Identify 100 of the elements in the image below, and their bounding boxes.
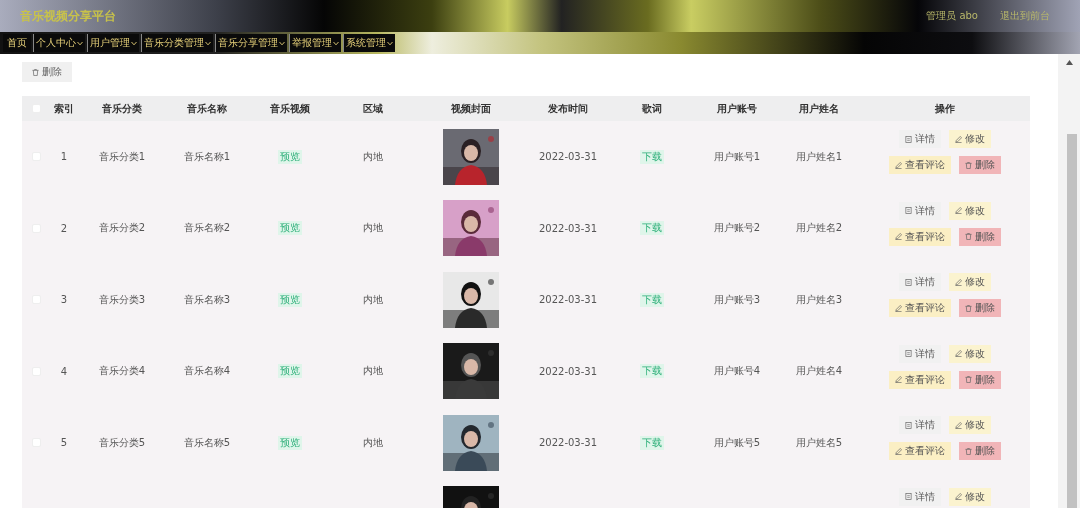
table-cell-text: 2022-03-31 — [537, 365, 599, 377]
table-cell-text: 音乐名称4 — [182, 364, 232, 379]
table-cell-text: 音乐名称3 — [182, 292, 232, 307]
table-cell-text: 2022-03-31 — [537, 437, 599, 449]
pen-icon — [955, 207, 962, 214]
delete-button[interactable]: 删除 — [959, 299, 1001, 317]
table-cell-text: 内地 — [362, 149, 384, 164]
trash-icon — [965, 304, 972, 312]
delete-button[interactable]: 删除 — [959, 227, 1001, 246]
comments-button[interactable]: 查看评论 — [889, 227, 951, 246]
column-header: 操作 — [934, 101, 956, 116]
detail-button[interactable]: 详情 — [899, 201, 941, 220]
table-cell-text: 用户账号1 — [712, 149, 762, 164]
edit-button[interactable]: 修改 — [949, 487, 991, 506]
nav-item[interactable]: 个人中心 — [33, 34, 85, 52]
document-icon — [905, 493, 912, 500]
column-header: 歌词 — [641, 101, 663, 116]
table-cell-text: 用户姓名2 — [794, 221, 844, 236]
table-cell-text: 4 — [59, 365, 69, 377]
chevron-icon — [205, 40, 211, 46]
comments-button[interactable]: 查看评论 — [889, 370, 951, 389]
column-header: 发布时间 — [547, 101, 589, 116]
pen-icon — [895, 304, 902, 312]
table-cell-text: 内地 — [362, 221, 384, 236]
document-icon — [905, 278, 912, 286]
trash-icon — [965, 376, 972, 383]
table-cell-text: 用户账号4 — [712, 364, 762, 379]
table-cell-text: 内地 — [362, 435, 384, 450]
site-title: 音乐视频分享平台 — [20, 7, 116, 25]
table-cell-text: 音乐分类4 — [97, 364, 147, 379]
trash-icon — [965, 233, 972, 240]
column-header: 视频封面 — [450, 101, 492, 116]
table-cell-text: 音乐分类5 — [97, 435, 147, 450]
scrollbar[interactable] — [1058, 54, 1080, 508]
table-cell-text: 用户账号2 — [712, 221, 762, 236]
table-cell-text: 1 — [59, 151, 69, 163]
table-cell-text: 用户账号3 — [712, 292, 762, 307]
table-cell-text: 音乐名称2 — [182, 221, 232, 236]
delete-button[interactable]: 删除 — [959, 370, 1001, 389]
nav-item[interactable]: 系统管理 — [343, 34, 395, 52]
table-cell-text: 2022-03-31 — [537, 294, 599, 306]
table-cell-text: 内地 — [362, 292, 384, 307]
nav-item[interactable]: 首页 — [3, 34, 31, 52]
column-header: 索引 — [53, 101, 75, 116]
nav-item[interactable]: 音乐分享管理 — [215, 34, 287, 52]
pen-icon — [895, 447, 902, 455]
edit-button[interactable]: 修改 — [949, 273, 991, 291]
user-label: 管理员 abo — [926, 9, 978, 23]
table-cell-text: 用户姓名1 — [794, 149, 844, 164]
delete-button[interactable]: 删除 — [22, 62, 72, 82]
pen-icon — [895, 161, 902, 169]
edit-button[interactable]: 修改 — [949, 344, 991, 363]
table-cell-text: 5 — [59, 437, 69, 449]
chevron-icon — [131, 40, 137, 46]
table-cell-text: 2022-03-31 — [537, 151, 599, 163]
document-icon — [905, 350, 912, 357]
chevron-icon — [333, 40, 339, 46]
document-icon — [905, 207, 912, 214]
up-arrow-icon — [1066, 60, 1073, 65]
table-cell-text: 3 — [59, 294, 69, 306]
table-cell-text: 用户账号5 — [712, 435, 762, 450]
detail-button[interactable]: 详情 — [899, 487, 941, 506]
edit-button[interactable]: 修改 — [949, 130, 991, 148]
column-header: 音乐分类 — [101, 101, 143, 116]
table-cell-text: 用户姓名5 — [794, 435, 844, 450]
column-header: 用户姓名 — [798, 101, 840, 116]
table-cell-text: 用户姓名3 — [794, 292, 844, 307]
comments-button[interactable]: 查看评论 — [889, 299, 951, 317]
document-icon — [905, 421, 912, 429]
table-cell-text: 音乐分类3 — [97, 292, 147, 307]
pen-icon — [955, 278, 962, 286]
column-header: 区域 — [362, 101, 384, 116]
scroll-thumb[interactable] — [1067, 134, 1077, 508]
table-cell-text: 音乐分类2 — [97, 221, 147, 236]
detail-button[interactable]: 详情 — [899, 344, 941, 363]
pen-icon — [955, 493, 962, 500]
trash-icon — [965, 447, 972, 455]
edit-button[interactable]: 修改 — [949, 416, 991, 434]
detail-button[interactable]: 详情 — [899, 416, 941, 434]
table-cell-text: 音乐分类1 — [97, 149, 147, 164]
delete-button[interactable]: 删除 — [959, 442, 1001, 460]
trash-icon — [32, 68, 39, 76]
chevron-icon — [279, 40, 285, 46]
edit-button[interactable]: 修改 — [949, 201, 991, 220]
column-header: 音乐名称 — [186, 101, 228, 116]
comments-button[interactable]: 查看评论 — [889, 442, 951, 460]
nav-item[interactable]: 音乐分类管理 — [141, 34, 213, 52]
chevron-icon — [77, 40, 83, 46]
detail-button[interactable]: 详情 — [899, 273, 941, 291]
delete-button[interactable]: 删除 — [959, 156, 1001, 174]
table-cell-text: 2 — [59, 222, 69, 234]
detail-button[interactable]: 详情 — [899, 130, 941, 148]
column-header: 音乐视频 — [269, 101, 311, 116]
pen-icon — [955, 421, 962, 429]
nav-item[interactable]: 用户管理 — [87, 34, 139, 52]
pen-icon — [955, 135, 962, 143]
table-cell-text: 2022-03-31 — [537, 222, 599, 234]
nav-item[interactable]: 举报管理 — [289, 34, 341, 52]
pen-icon — [895, 376, 902, 383]
comments-button[interactable]: 查看评论 — [889, 156, 951, 174]
